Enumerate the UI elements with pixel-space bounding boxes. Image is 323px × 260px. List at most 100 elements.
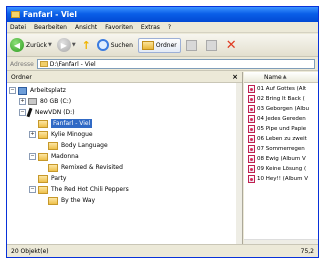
folder-icon: [38, 152, 48, 161]
tree-node-party[interactable]: Party: [38, 173, 66, 184]
tree-node-body-language[interactable]: Body Language: [48, 140, 108, 151]
tree-node-label: Madonna: [51, 153, 79, 160]
menu-tools[interactable]: Extras: [141, 24, 160, 31]
audio-file-icon: [248, 95, 255, 103]
folder-icon: [11, 11, 20, 18]
file-name: 01 Auf Gottes (Alt: [257, 86, 307, 92]
list-item[interactable]: 02 Bring It Back (: [244, 94, 318, 104]
status-size: 75,2: [300, 247, 314, 255]
expand-icon[interactable]: +: [29, 131, 36, 138]
collapse-icon[interactable]: −: [19, 109, 26, 116]
menu-favorites[interactable]: Favoriten: [105, 24, 133, 31]
tree-node-by-the-way[interactable]: By the Way: [48, 195, 95, 206]
chevron-down-icon: ▼: [71, 42, 76, 48]
file-name: 09 Keine Lösung (: [257, 166, 307, 172]
collapse-icon[interactable]: −: [9, 87, 16, 94]
copy-to-button[interactable]: [205, 39, 221, 51]
list-item[interactable]: 04 Jedes Gereden: [244, 114, 318, 124]
address-field[interactable]: D:\Fanfarl - Viel: [36, 59, 315, 69]
drive-icon: [28, 98, 37, 105]
tree-node-label: The Red Hot Chili Peppers: [51, 186, 129, 193]
file-name: 05 Pipe und Papie: [257, 126, 307, 132]
tree-node-arbeitsplatz[interactable]: − Arbeitsplatz: [9, 85, 66, 96]
tree-node-label: Kylie Minogue: [51, 131, 93, 138]
collapse-icon[interactable]: −: [29, 153, 36, 160]
tree-node-label: By the Way: [61, 197, 96, 204]
status-object-count: 20 Objekt(e): [11, 247, 49, 255]
audio-file-icon: [248, 125, 255, 133]
menu-bar: Datei Bearbeiten Ansicht Favoriten Extra…: [7, 22, 318, 33]
audio-file-icon: [248, 175, 255, 183]
menu-help[interactable]: ?: [168, 24, 171, 31]
folder-tree: − Arbeitsplatz + 80 GB (C:) − NewVDN (D:…: [7, 83, 242, 245]
close-icon[interactable]: ×: [232, 73, 238, 81]
tree-node-kylie-minogue[interactable]: + Kylie Minogue: [29, 129, 93, 140]
folders-pane-title: Ordner: [11, 73, 32, 81]
delete-icon: ✕: [225, 37, 237, 53]
column-header-name[interactable]: Name ▲: [244, 72, 318, 83]
tree-node-label: Body Language: [61, 142, 108, 149]
folder-icon: [38, 185, 48, 194]
folder-icon: [38, 130, 48, 139]
menu-view[interactable]: Ansicht: [75, 24, 97, 31]
audio-file-icon: [248, 155, 255, 163]
list-item[interactable]: 07 Sommerregen: [244, 144, 318, 154]
file-name: 03 Geborgen (Albu: [257, 106, 309, 112]
vertical-scrollbar[interactable]: [236, 83, 242, 245]
forward-button[interactable]: ▶ ▼: [56, 38, 76, 52]
file-name: 07 Sommerregen: [257, 146, 305, 152]
tree-node-label: Fanfarl - Viel: [51, 119, 93, 128]
back-button[interactable]: ◀ Zurück ▼: [10, 38, 52, 52]
folder-icon: [48, 163, 58, 172]
sort-arrow-icon: ▲: [282, 74, 287, 80]
cd-drive-icon: [26, 107, 33, 118]
folders-button[interactable]: Ordner: [137, 37, 181, 53]
move-to-button[interactable]: [185, 39, 201, 51]
file-name: 10 Hey!! (Album V: [257, 176, 308, 182]
up-button[interactable]: ↑: [81, 39, 92, 52]
audio-file-icon: [248, 115, 255, 123]
folder-icon: [38, 174, 48, 183]
address-value: D:\Fanfarl - Viel: [49, 60, 96, 68]
tree-node-drive-d[interactable]: − NewVDN (D:): [19, 107, 75, 118]
tree-node-label: NewVDN (D:): [35, 109, 75, 116]
forward-arrow-icon: ▶: [56, 38, 71, 52]
collapse-icon[interactable]: −: [29, 186, 36, 193]
list-item[interactable]: 05 Pipe und Papie: [244, 124, 318, 134]
list-item[interactable]: 10 Hey!! (Album V: [244, 174, 318, 184]
menu-edit[interactable]: Bearbeiten: [34, 24, 67, 31]
search-icon: [96, 39, 109, 51]
list-item[interactable]: 03 Geborgen (Albu: [244, 104, 318, 114]
back-arrow-icon: ◀: [10, 38, 24, 52]
tree-node-fanfarl-viel[interactable]: Fanfarl - Viel: [38, 118, 93, 129]
list-item[interactable]: 01 Auf Gottes (Alt: [244, 84, 318, 94]
delete-button[interactable]: ✕: [226, 38, 237, 53]
list-item[interactable]: 08 Ewig (Album V: [244, 154, 318, 164]
menu-file[interactable]: Datei: [10, 24, 26, 31]
tree-node-red-hot-chili-peppers[interactable]: − The Red Hot Chili Peppers: [29, 184, 129, 195]
tree-node-remixed-revisited[interactable]: Remixed & Revisited: [48, 162, 123, 173]
search-button[interactable]: Suchen: [96, 39, 133, 51]
copy-to-icon: [205, 39, 217, 51]
folder-icon: [141, 40, 154, 50]
audio-file-icon: [248, 135, 255, 143]
tree-node-label: 80 GB (C:): [40, 98, 72, 105]
tree-node-madonna[interactable]: − Madonna: [29, 151, 79, 162]
address-label: Adresse: [10, 60, 34, 68]
file-name: 02 Bring It Back (: [257, 96, 305, 102]
tree-node-label: Remixed & Revisited: [61, 164, 123, 171]
tree-node-label: Party: [51, 175, 67, 182]
list-item[interactable]: 06 Leben zu zweit: [244, 134, 318, 144]
folder-icon: [48, 141, 58, 150]
title-bar[interactable]: Fanfarl - Viel: [7, 7, 318, 22]
audio-file-icon: [248, 145, 255, 153]
toolbar: ◀ Zurück ▼ ▶ ▼ ↑ Suchen Ordner ✕: [7, 34, 318, 57]
folders-label: Ordner: [155, 41, 177, 49]
tree-node-drive-c[interactable]: + 80 GB (C:): [19, 96, 71, 107]
folder-icon: [48, 196, 58, 205]
search-label: Suchen: [110, 41, 133, 49]
list-item[interactable]: 09 Keine Lösung (: [244, 164, 318, 174]
move-to-icon: [185, 39, 197, 51]
file-name: 04 Jedes Gereden: [257, 116, 306, 122]
expand-icon[interactable]: +: [19, 98, 26, 105]
